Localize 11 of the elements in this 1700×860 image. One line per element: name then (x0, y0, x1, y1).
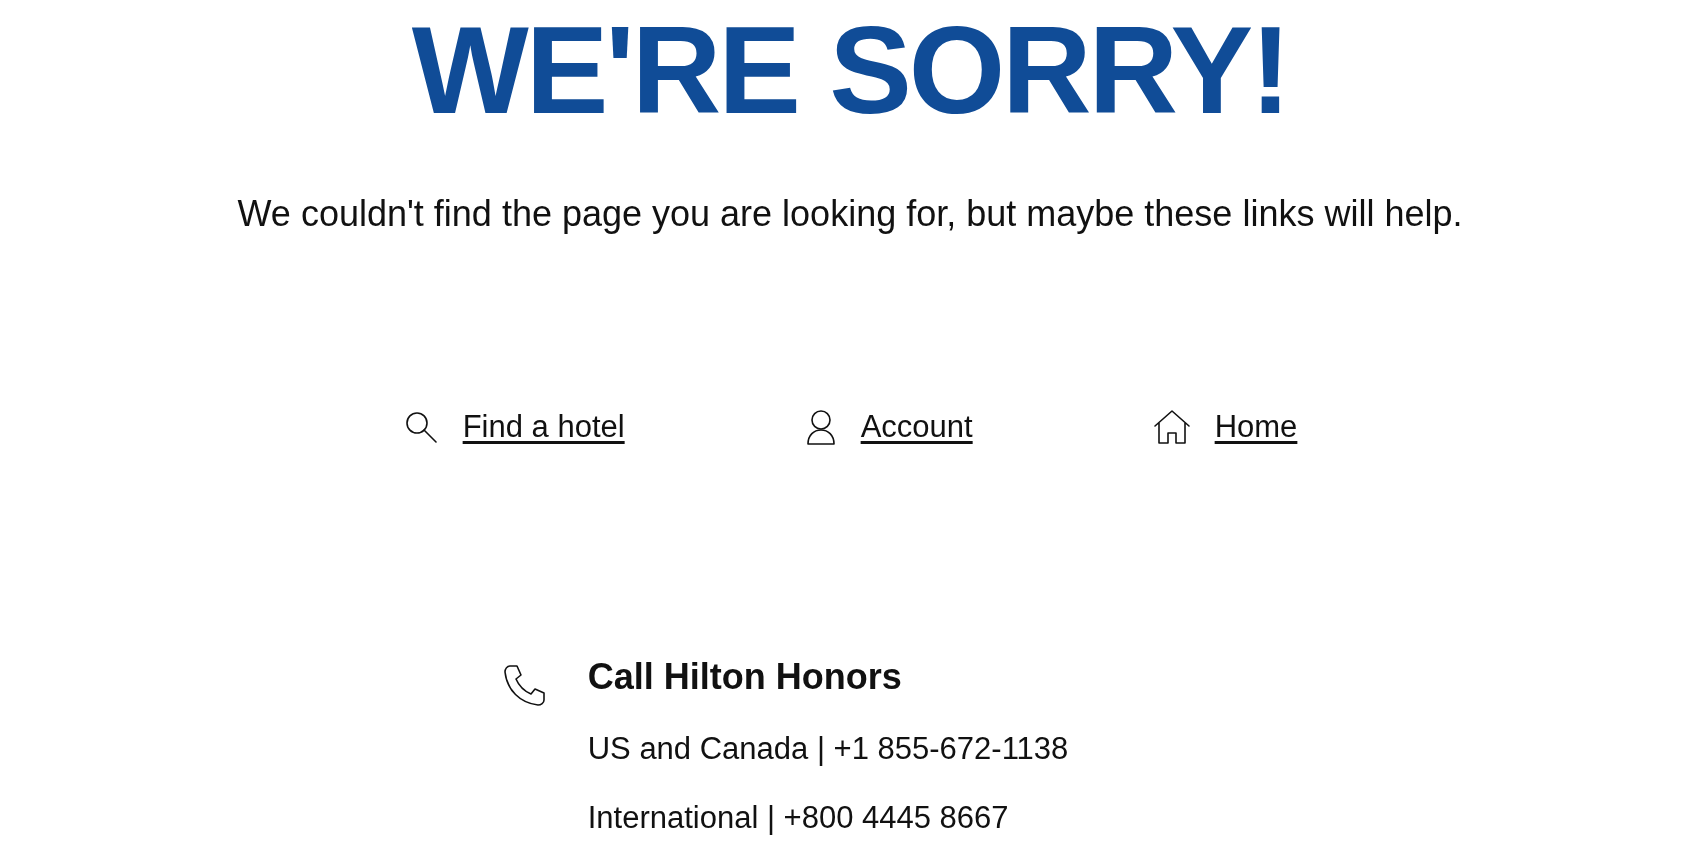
person-icon (804, 409, 837, 446)
nav-link[interactable]: Account (804, 404, 973, 451)
nav-link[interactable]: Find a hotel (402, 404, 625, 451)
phone-number-line: US and Canada | +1 855-672-1138 (587, 732, 1069, 764)
contact-title: Call Hilton Honors (587, 658, 903, 695)
nav-link[interactable]: Home (1152, 404, 1298, 451)
phone-icon (501, 662, 548, 707)
error-message: We couldn't find the page you are looking for, but maybe these links will help. (237, 196, 1463, 232)
phone-number-line: International | +800 4445 8667 (587, 801, 1010, 833)
page-heading: WE'RE SORRY! (411, 8, 1289, 132)
home-icon (1152, 409, 1191, 446)
